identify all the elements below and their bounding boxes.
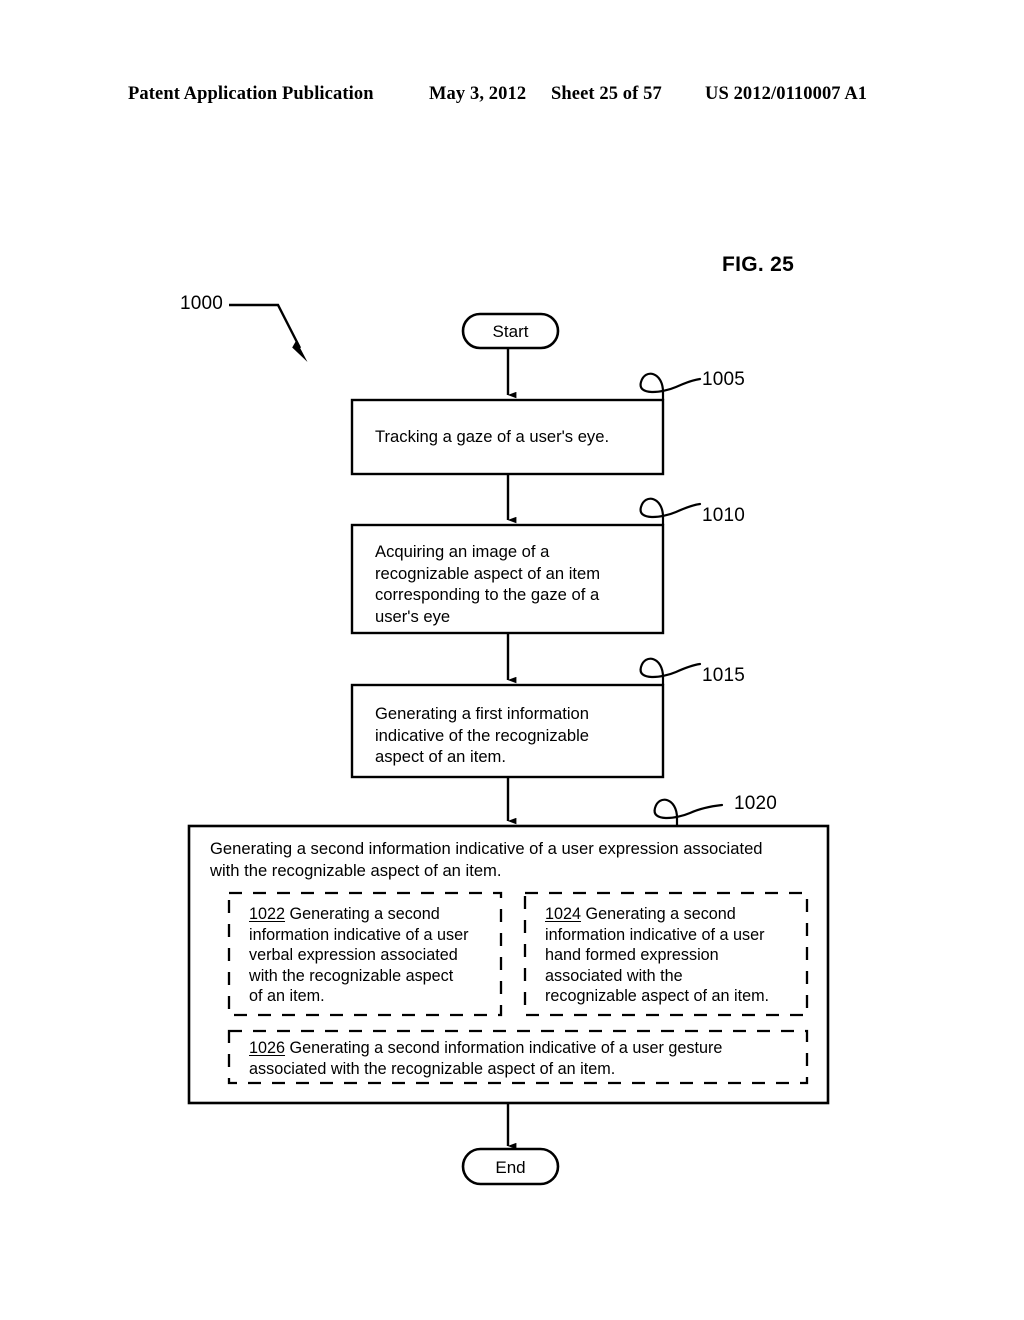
substep-content-1026: 1026 Generating a second information ind…	[249, 1038, 801, 1079]
step-text-1010: Acquiring an image of a recognizable asp…	[375, 542, 601, 626]
reference-numeral-1015: 1015	[702, 665, 746, 686]
start-terminal-label: Start	[492, 322, 529, 341]
step-text-1020: Generating a second information indicati…	[210, 839, 763, 880]
leader-line-1010	[639, 497, 702, 527]
reference-numeral-1022: 1022	[249, 905, 286, 923]
flowchart-line-art	[187, 303, 830, 1186]
leader-line-1005	[639, 372, 702, 402]
reference-numeral-1010: 1010	[702, 505, 746, 526]
step-text-1015: Generating a first information indicativ…	[375, 704, 590, 766]
reference-numeral-1024: 1024	[545, 905, 582, 923]
step-text-1005: Tracking a gaze of a user's eye.	[375, 427, 610, 446]
reference-numeral-1005: 1005	[702, 369, 746, 390]
reference-numeral-1026: 1026	[249, 1039, 286, 1057]
diagram-ref-pointer	[229, 303, 308, 362]
substep-content-1022: 1022 Generating a second information ind…	[249, 904, 494, 1007]
substep-text-1026: Generating a second information indicati…	[249, 1039, 723, 1078]
leader-line-1015	[639, 657, 702, 687]
reference-numeral-1020: 1020	[734, 793, 778, 814]
substep-content-1024: 1024 Generating a second information ind…	[545, 904, 801, 1007]
reference-numeral-1000: 1000	[180, 293, 224, 314]
end-terminal-label: End	[495, 1158, 526, 1177]
leader-line-1020	[653, 798, 724, 828]
